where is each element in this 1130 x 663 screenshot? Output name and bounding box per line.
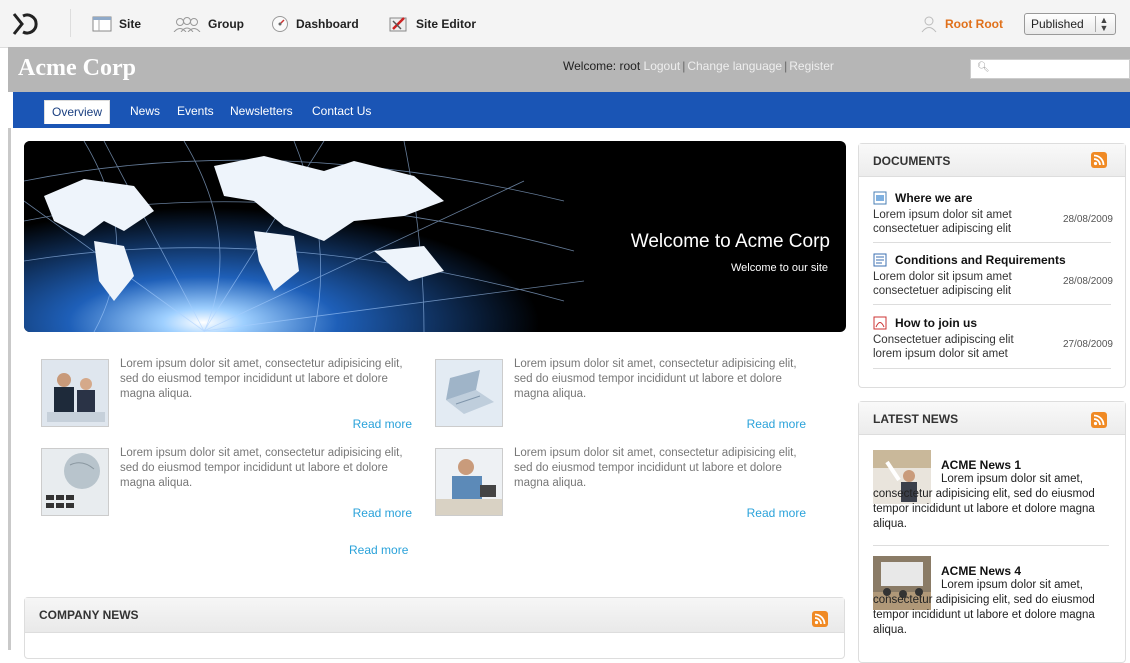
teaser-text: Lorem ipsum dolor sit amet, consectetur …: [514, 447, 797, 489]
document-description: Consectetuer adipiscing elit lorem ipsum…: [873, 334, 1014, 360]
news-item[interactable]: ACME News 1 Lorem ipsum dolor sit amet, …: [873, 448, 1121, 540]
document-description: Lorem ipsum dolor sit amet consectetuer …: [873, 209, 1012, 235]
teaser-item: Lorem ipsum dolor sit amet, consectetur …: [435, 446, 810, 526]
news-title: ACME News 4: [941, 564, 1022, 578]
welcome-user: root: [619, 59, 641, 73]
teaser-text: Lorem ipsum dolor sit amet, consectetur …: [514, 358, 797, 400]
news-title: ACME News 1: [941, 458, 1022, 472]
user-name: Root Root: [945, 16, 1003, 31]
teaser-image-business-meeting: [41, 359, 109, 427]
document-title: Where we are: [895, 191, 973, 205]
page-border: [8, 128, 11, 650]
teaser-item: Lorem ipsum dolor sit amet, consectetur …: [435, 357, 810, 437]
read-more-link[interactable]: Read more: [353, 417, 412, 431]
main-nav: Overview News Events Newsletters Contact…: [13, 92, 1130, 128]
read-more-link[interactable]: Read more: [747, 506, 806, 520]
text-doc-icon: [873, 253, 887, 267]
news-description: Lorem ipsum dolor sit amet, consectetur …: [873, 579, 1095, 636]
rss-icon[interactable]: [1091, 152, 1107, 168]
search-icon: 🔍︎: [977, 62, 990, 73]
teaser-item: Lorem ipsum dolor sit amet, consectetur …: [41, 357, 416, 437]
document-item[interactable]: Conditions and Requirements Lorem dolor …: [873, 253, 1113, 298]
document-date: 28/08/2009: [1062, 276, 1113, 287]
nav-item-news[interactable]: News: [123, 100, 167, 124]
nav-item-events[interactable]: Events: [170, 100, 221, 124]
hero-banner: Welcome to Acme Corp Welcome to our site: [24, 141, 846, 332]
site-editor-label: Site Editor: [416, 16, 477, 31]
document-date: 28/08/2009: [1062, 214, 1113, 225]
documents-title: DOCUMENTS: [873, 154, 951, 168]
site-title[interactable]: Acme Corp: [18, 55, 136, 82]
world-globe-image: [24, 141, 584, 332]
document-title: Conditions and Requirements: [895, 253, 1066, 267]
divider: [873, 304, 1111, 305]
rss-icon[interactable]: [812, 611, 828, 627]
group-menu[interactable]: Group: [173, 0, 244, 47]
dashboard-label: Dashboard: [296, 16, 359, 31]
divider: [873, 242, 1111, 243]
dashboard-icon: [272, 15, 288, 32]
teaser-image-man-at-desk: [435, 448, 503, 516]
logout-link[interactable]: Logout: [644, 59, 681, 73]
welcome-bar: Welcome: root Logout | Change language | Reg…: [563, 59, 834, 73]
nav-item-contact-us[interactable]: Contact Us: [305, 100, 378, 124]
site-menu[interactable]: Site: [92, 0, 141, 47]
change-language-link[interactable]: Change language: [687, 59, 782, 73]
latest-news-title: LATEST NEWS: [873, 412, 959, 426]
admin-toolbar: Site Group Dashboard Site Editor Root Ro…: [0, 0, 1130, 48]
separator: |: [784, 59, 788, 73]
register-link[interactable]: Register: [789, 59, 834, 73]
documents-box: DOCUMENTS Where we are Lorem ipsum dolor…: [858, 143, 1126, 388]
group-label: Group: [208, 16, 244, 31]
publish-state-value: Published: [1031, 17, 1084, 31]
news-description: Lorem ipsum dolor sit amet, consectetur …: [873, 473, 1095, 530]
teaser-image-laptop: [435, 359, 503, 427]
site-editor-menu[interactable]: Site Editor: [389, 0, 476, 47]
welcome-label: Welcome:: [563, 59, 617, 73]
site-editor-icon: [389, 16, 407, 31]
news-item[interactable]: ACME News 4 Lorem ipsum dolor sit amet, …: [873, 554, 1121, 646]
pdf-icon: [873, 316, 887, 330]
document-item[interactable]: Where we are Lorem ipsum dolor sit amet …: [873, 191, 1113, 236]
nav-item-overview[interactable]: Overview: [44, 100, 111, 124]
exo-logo-icon[interactable]: [10, 10, 40, 38]
read-more-link[interactable]: Read more: [747, 417, 806, 431]
dashboard-menu[interactable]: Dashboard: [271, 0, 359, 47]
group-icon: [173, 16, 201, 32]
divider: [873, 368, 1111, 369]
latest-news-header: LATEST NEWS: [859, 402, 1125, 435]
image-doc-icon: [873, 191, 887, 205]
user-menu[interactable]: Root Root: [920, 0, 1003, 47]
company-news-title: COMPANY NEWS: [39, 608, 139, 622]
teaser-item: Lorem ipsum dolor sit amet, consectetur …: [41, 446, 416, 526]
site-icon: [92, 16, 112, 31]
toolbar-divider: [70, 9, 71, 37]
publish-state-select[interactable]: Published ▲ ▼: [1024, 13, 1116, 35]
document-title: How to join us: [895, 316, 977, 330]
document-item[interactable]: How to join us Consectetuer adipiscing e…: [873, 316, 1113, 361]
site-header: Acme Corp Welcome: root Logout | Change la…: [8, 47, 1130, 92]
latest-news-box: LATEST NEWS ACME News 1 Lorem ipsum dolo…: [858, 401, 1126, 663]
teaser-image-globe-keyboard: [41, 448, 109, 516]
read-more-link[interactable]: Read more: [353, 506, 412, 520]
document-date: 27/08/2009: [1062, 339, 1113, 350]
teaser-text: Lorem ipsum dolor sit amet, consectetur …: [120, 358, 403, 400]
rss-icon[interactable]: [1091, 412, 1107, 428]
teaser-text: Lorem ipsum dolor sit amet, consectetur …: [120, 447, 403, 489]
separator: |: [682, 59, 686, 73]
divider: [873, 545, 1109, 546]
documents-header: DOCUMENTS: [859, 144, 1125, 177]
user-icon: [921, 16, 937, 32]
document-description: Lorem dolor sit ipsum amet consectetuer …: [873, 271, 1012, 297]
company-news-header: COMPANY NEWS: [25, 598, 844, 633]
hero-subtitle: Welcome to our site: [730, 262, 828, 274]
nav-item-newsletters[interactable]: Newsletters: [223, 100, 300, 124]
read-more-link[interactable]: Read more: [349, 543, 408, 557]
site-label: Site: [119, 16, 142, 31]
search-input[interactable]: 🔍︎: [970, 59, 1130, 79]
hero-title: Welcome to Acme Corp: [630, 231, 830, 252]
select-arrows-icon: ▲ ▼: [1095, 16, 1112, 33]
